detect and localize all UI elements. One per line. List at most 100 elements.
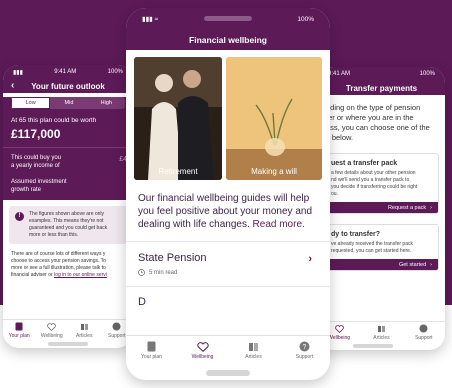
buy-line-1: This could buy you (11, 155, 62, 161)
page-title: Transfer payments (345, 83, 418, 93)
tab-wellbeing[interactable]: Wellbeing (36, 320, 69, 341)
tab-label: Articles (245, 353, 262, 360)
button-label: Request a pack (387, 204, 427, 211)
tab-support[interactable]: ? Support (279, 336, 330, 365)
tab-wellbeing[interactable]: Wellbeing (177, 336, 228, 365)
help-icon (112, 322, 121, 331)
income-panel: This could buy you a yearly income of £4 (3, 147, 133, 176)
tab-label: Wellbeing (328, 334, 351, 341)
clock-icon (138, 269, 145, 276)
worth-label: At 65 this plan could be worth (11, 117, 97, 124)
scenario-selector: Low Mid High (3, 97, 133, 113)
book-icon (80, 323, 88, 330)
read-time: 5 min read (149, 269, 178, 276)
right-phone: 9:41 AM 100% Transfer payments nding on … (318, 67, 445, 350)
online-services-link[interactable]: log in to our online servi (54, 272, 107, 278)
note-line: guaranteed and you could get back (29, 225, 108, 231)
header: Transfer payments (318, 81, 445, 95)
item-title: State Pension (138, 252, 207, 264)
making-a-will-card[interactable]: Making a will (226, 57, 322, 180)
chevron-right-icon: › (430, 204, 432, 211)
note-line: The figures shown above are only (29, 211, 105, 217)
home-indicator (353, 344, 393, 348)
card-body: ve already received the transfer pack re… (325, 241, 438, 259)
read-more-link[interactable]: Read more (253, 219, 302, 230)
para-line: financial adviser or (11, 272, 55, 278)
page-title: Your future outlook (31, 81, 105, 91)
status-time: 9:41 AM (54, 69, 77, 75)
intro-text: nding on the type of pension fer or wher… (326, 103, 437, 143)
center-phone: ▮▮▮ ≈ 9:41 AM 100% Financial wellbeing R… (126, 8, 330, 380)
intro-line: ess, you can choose one of the (326, 123, 430, 132)
state-pension-item[interactable]: State Pension › 5 min read (138, 252, 318, 276)
card-line: nd we'll send you a transfer pack to (331, 177, 410, 183)
making-a-will-caption: Making a will (251, 167, 297, 176)
card-line: requested, you can get started here. (331, 248, 412, 254)
status-bar: ▮▮▮ 9:41 AM 100% (3, 65, 133, 79)
back-arrow-icon[interactable]: ‹ (11, 80, 14, 91)
segment-mid[interactable]: Mid (50, 97, 87, 109)
help-icon: ? (299, 341, 310, 352)
calculator-icon (147, 341, 156, 352)
divider (126, 241, 330, 242)
note-line: examples. This means they're not (29, 218, 104, 224)
status-battery: 100% (419, 71, 435, 77)
tab-label: Support (295, 354, 314, 360)
card-title: dy to transfer? (331, 231, 381, 238)
chevron-right-icon: › (430, 261, 432, 268)
segment-low[interactable]: Low (11, 97, 51, 109)
card-body: a few details about your other pension n… (325, 170, 438, 202)
signal-icon: ▮▮▮ (13, 69, 23, 76)
home-indicator (48, 342, 88, 346)
tab-your-plan[interactable]: Your plan (3, 320, 36, 341)
tab-bar: Your plan Wellbeing Articles Support (3, 319, 133, 341)
svg-text:?: ? (303, 344, 307, 351)
info-icon: ! (15, 212, 24, 221)
button-label: Get started (398, 261, 427, 268)
intro-period: . (302, 219, 305, 230)
projection-panel: At 65 this plan could be worth £117,000 (3, 113, 133, 147)
chevron-right-icon: › (308, 253, 312, 265)
tab-articles[interactable]: Articles (68, 320, 101, 341)
tab-label: Your plan (8, 333, 30, 339)
status-battery: 100% (297, 15, 314, 23)
tab-label: Wellbeing (191, 353, 214, 360)
tab-bar: Wellbeing Articles Support (318, 321, 445, 343)
next-item-peek: D (138, 296, 146, 308)
note-line: more or less than this. (29, 232, 79, 238)
ready-to-transfer-card: dy to transfer? ve already received the … (324, 224, 439, 271)
assumed-line-2: growth rate (11, 187, 42, 193)
home-indicator (206, 370, 250, 376)
tab-label: Support (415, 335, 433, 341)
intro-line: nding on the type of pension (326, 103, 421, 112)
status-battery: 100% (107, 69, 123, 75)
header: ‹ Your future outlook (3, 79, 133, 93)
segment-high[interactable]: High (88, 97, 125, 109)
card-title: uest a transfer pack (331, 160, 398, 167)
guide-images: Retirement Making a will (126, 50, 330, 180)
retirement-card[interactable]: Retirement (134, 57, 222, 180)
get-started-button[interactable]: Get started › (325, 259, 438, 270)
tab-label: Articles (373, 334, 390, 341)
tab-label: Support (107, 333, 126, 339)
status-time: 9:41 AM (328, 71, 351, 77)
heart-icon (196, 341, 209, 352)
tab-articles[interactable]: Articles (360, 322, 402, 343)
tab-support[interactable]: Support (403, 322, 445, 343)
intro-line: fer or where you are in the (326, 113, 414, 122)
card-line: you decide if transferring could be righ… (331, 184, 418, 190)
card-line: ve already received the transfer pack (331, 241, 413, 247)
card-line: a few details about your other pension (331, 170, 416, 176)
tab-articles[interactable]: Articles (228, 336, 279, 365)
intro-line: s below. (326, 133, 354, 142)
status-bar: 9:41 AM 100% (318, 67, 445, 81)
intro-paragraph: Our financial wellbeing guides will help… (138, 192, 318, 231)
retirement-caption: Retirement (158, 167, 198, 176)
signal-icon: ▮▮▮ ≈ (142, 16, 159, 23)
request-pack-button[interactable]: Request a pack › (325, 202, 438, 213)
help-icon (419, 324, 428, 333)
book-icon (377, 325, 385, 332)
card-line: ou. (331, 191, 338, 197)
divider (126, 286, 330, 287)
tab-your-plan[interactable]: Your plan (126, 336, 177, 365)
